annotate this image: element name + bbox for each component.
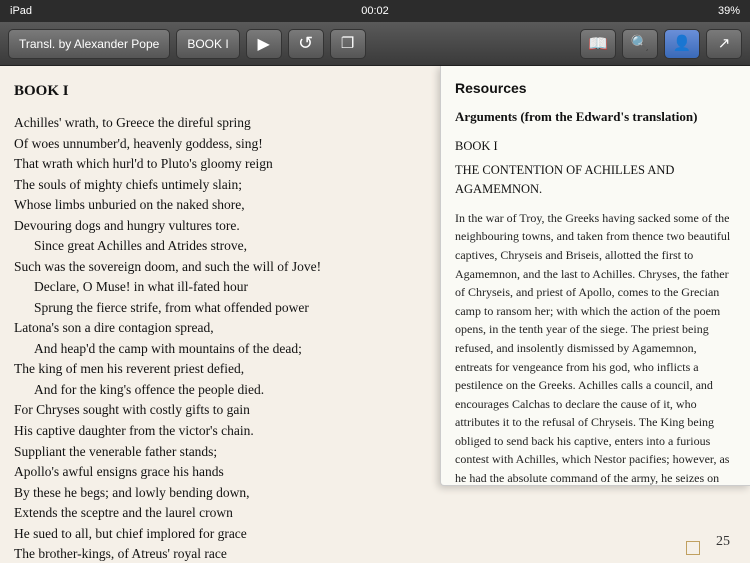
- page-number: 25: [716, 531, 730, 553]
- status-bar: iPad 00:02 39%: [0, 0, 750, 22]
- page-corner: [686, 541, 700, 555]
- poem-line: He sued to all, but chief implored for g…: [14, 524, 732, 545]
- copy-icon: ❐: [341, 34, 354, 53]
- bookmark-button[interactable]: 📖: [580, 29, 616, 59]
- search-button[interactable]: 🔍: [622, 29, 658, 59]
- search-icon: 🔍: [631, 34, 650, 53]
- poem-line: Extends the sceptre and the laurel crown: [14, 503, 732, 524]
- device-label: iPad: [10, 5, 32, 17]
- translator-button[interactable]: Transl. by Alexander Pope: [8, 29, 170, 59]
- main-area: BOOK I Achilles' wrath, to Greece the di…: [0, 66, 750, 563]
- resources-contention-title: THE CONTENTION OF ACHILLES AND AGAMEMNON…: [455, 161, 736, 199]
- copy-button[interactable]: ❐: [330, 29, 366, 59]
- contacts-icon: 👤: [673, 34, 692, 53]
- book-button[interactable]: BOOK I: [176, 29, 239, 59]
- resources-panel: Resources Arguments (from the Edward's t…: [440, 66, 750, 486]
- resources-body-text: In the war of Troy, the Greeks having sa…: [455, 209, 736, 486]
- loop-button[interactable]: ↺: [288, 29, 324, 59]
- share-button[interactable]: ↗: [706, 29, 742, 59]
- resources-panel-title: Resources: [455, 78, 736, 99]
- resources-subtitle: Arguments (from the Edward's translation…: [455, 107, 736, 127]
- resources-book-label: BOOK I: [455, 137, 736, 156]
- status-right: 39%: [718, 5, 740, 17]
- contacts-button[interactable]: 👤: [664, 29, 700, 59]
- battery-label: 39%: [718, 5, 740, 17]
- status-time: 00:02: [361, 5, 389, 17]
- play-icon: ▶: [258, 34, 270, 54]
- loop-icon: ↺: [298, 33, 313, 54]
- play-button[interactable]: ▶: [246, 29, 282, 59]
- bookmark-icon: 📖: [588, 34, 608, 54]
- poem-line: The brother-kings, of Atreus' royal race: [14, 544, 732, 563]
- toolbar: Transl. by Alexander Pope BOOK I ▶ ↺ ❐ 📖…: [0, 22, 750, 66]
- status-left: iPad: [10, 5, 32, 17]
- share-icon: ↗: [718, 34, 731, 53]
